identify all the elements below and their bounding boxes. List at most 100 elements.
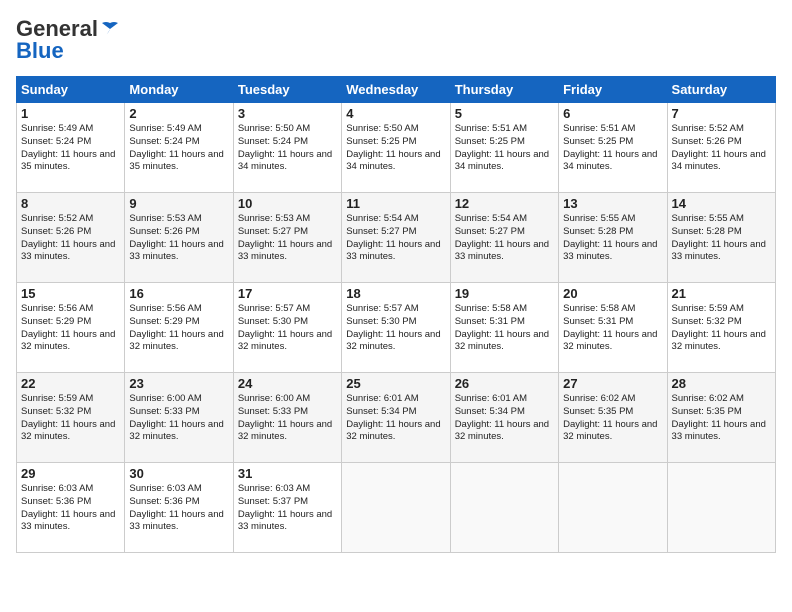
sunrise-label: Sunrise: 5:56 AM — [21, 303, 93, 314]
day-number: 31 — [238, 466, 337, 481]
calendar-header-row: SundayMondayTuesdayWednesdayThursdayFrid… — [17, 77, 776, 103]
calendar-cell: 3 Sunrise: 5:50 AM Sunset: 5:24 PM Dayli… — [233, 103, 341, 193]
cell-content: Sunrise: 5:50 AM Sunset: 5:24 PM Dayligh… — [238, 123, 337, 174]
sunset-label: Sunset: 5:26 PM — [672, 136, 742, 147]
daylight-label: Daylight: 11 hours and 33 minutes. — [672, 419, 766, 443]
calendar-week-row: 15 Sunrise: 5:56 AM Sunset: 5:29 PM Dayl… — [17, 283, 776, 373]
daylight-label: Daylight: 11 hours and 35 minutes. — [129, 149, 223, 173]
cell-content: Sunrise: 5:57 AM Sunset: 5:30 PM Dayligh… — [346, 303, 445, 354]
day-number: 29 — [21, 466, 120, 481]
cell-content: Sunrise: 6:03 AM Sunset: 5:37 PM Dayligh… — [238, 483, 337, 534]
daylight-label: Daylight: 11 hours and 32 minutes. — [21, 419, 115, 443]
sunrise-label: Sunrise: 5:59 AM — [21, 393, 93, 404]
sunset-label: Sunset: 5:36 PM — [129, 496, 199, 507]
sunset-label: Sunset: 5:25 PM — [563, 136, 633, 147]
calendar-cell: 18 Sunrise: 5:57 AM Sunset: 5:30 PM Dayl… — [342, 283, 450, 373]
calendar-cell: 23 Sunrise: 6:00 AM Sunset: 5:33 PM Dayl… — [125, 373, 233, 463]
day-number: 19 — [455, 286, 554, 301]
cell-content: Sunrise: 5:55 AM Sunset: 5:28 PM Dayligh… — [672, 213, 771, 264]
calendar-day-header: Monday — [125, 77, 233, 103]
daylight-label: Daylight: 11 hours and 32 minutes. — [238, 329, 332, 353]
day-number: 22 — [21, 376, 120, 391]
day-number: 17 — [238, 286, 337, 301]
cell-content: Sunrise: 6:00 AM Sunset: 5:33 PM Dayligh… — [238, 393, 337, 444]
calendar-cell: 5 Sunrise: 5:51 AM Sunset: 5:25 PM Dayli… — [450, 103, 558, 193]
day-number: 12 — [455, 196, 554, 211]
sunrise-label: Sunrise: 5:49 AM — [129, 123, 201, 134]
calendar-day-header: Friday — [559, 77, 667, 103]
sunrise-label: Sunrise: 5:58 AM — [563, 303, 635, 314]
calendar-table: SundayMondayTuesdayWednesdayThursdayFrid… — [16, 76, 776, 553]
sunrise-label: Sunrise: 5:55 AM — [672, 213, 744, 224]
day-number: 5 — [455, 106, 554, 121]
calendar-day-header: Tuesday — [233, 77, 341, 103]
daylight-label: Daylight: 11 hours and 33 minutes. — [21, 239, 115, 263]
sunrise-label: Sunrise: 6:02 AM — [672, 393, 744, 404]
calendar-cell: 10 Sunrise: 5:53 AM Sunset: 5:27 PM Dayl… — [233, 193, 341, 283]
day-number: 4 — [346, 106, 445, 121]
daylight-label: Daylight: 11 hours and 32 minutes. — [238, 419, 332, 443]
calendar-cell: 16 Sunrise: 5:56 AM Sunset: 5:29 PM Dayl… — [125, 283, 233, 373]
daylight-label: Daylight: 11 hours and 33 minutes. — [563, 239, 657, 263]
cell-content: Sunrise: 5:54 AM Sunset: 5:27 PM Dayligh… — [346, 213, 445, 264]
day-number: 3 — [238, 106, 337, 121]
cell-content: Sunrise: 5:51 AM Sunset: 5:25 PM Dayligh… — [455, 123, 554, 174]
calendar-cell: 14 Sunrise: 5:55 AM Sunset: 5:28 PM Dayl… — [667, 193, 775, 283]
sunrise-label: Sunrise: 6:03 AM — [129, 483, 201, 494]
daylight-label: Daylight: 11 hours and 32 minutes. — [346, 419, 440, 443]
calendar-cell: 17 Sunrise: 5:57 AM Sunset: 5:30 PM Dayl… — [233, 283, 341, 373]
day-number: 16 — [129, 286, 228, 301]
sunset-label: Sunset: 5:30 PM — [346, 316, 416, 327]
day-number: 27 — [563, 376, 662, 391]
cell-content: Sunrise: 5:58 AM Sunset: 5:31 PM Dayligh… — [455, 303, 554, 354]
sunrise-label: Sunrise: 6:02 AM — [563, 393, 635, 404]
sunset-label: Sunset: 5:31 PM — [563, 316, 633, 327]
sunset-label: Sunset: 5:35 PM — [672, 406, 742, 417]
day-number: 20 — [563, 286, 662, 301]
day-number: 6 — [563, 106, 662, 121]
calendar-cell: 28 Sunrise: 6:02 AM Sunset: 5:35 PM Dayl… — [667, 373, 775, 463]
calendar-cell: 1 Sunrise: 5:49 AM Sunset: 5:24 PM Dayli… — [17, 103, 125, 193]
calendar-cell: 25 Sunrise: 6:01 AM Sunset: 5:34 PM Dayl… — [342, 373, 450, 463]
calendar-cell: 15 Sunrise: 5:56 AM Sunset: 5:29 PM Dayl… — [17, 283, 125, 373]
calendar-cell — [450, 463, 558, 553]
cell-content: Sunrise: 6:03 AM Sunset: 5:36 PM Dayligh… — [21, 483, 120, 534]
day-number: 15 — [21, 286, 120, 301]
daylight-label: Daylight: 11 hours and 33 minutes. — [21, 509, 115, 533]
cell-content: Sunrise: 5:51 AM Sunset: 5:25 PM Dayligh… — [563, 123, 662, 174]
day-number: 26 — [455, 376, 554, 391]
calendar-day-header: Thursday — [450, 77, 558, 103]
day-number: 21 — [672, 286, 771, 301]
daylight-label: Daylight: 11 hours and 33 minutes. — [238, 509, 332, 533]
daylight-label: Daylight: 11 hours and 33 minutes. — [129, 239, 223, 263]
sunrise-label: Sunrise: 6:01 AM — [455, 393, 527, 404]
daylight-label: Daylight: 11 hours and 32 minutes. — [21, 329, 115, 353]
daylight-label: Daylight: 11 hours and 33 minutes. — [238, 239, 332, 263]
daylight-label: Daylight: 11 hours and 33 minutes. — [129, 509, 223, 533]
cell-content: Sunrise: 6:02 AM Sunset: 5:35 PM Dayligh… — [563, 393, 662, 444]
calendar-week-row: 29 Sunrise: 6:03 AM Sunset: 5:36 PM Dayl… — [17, 463, 776, 553]
sunset-label: Sunset: 5:36 PM — [21, 496, 91, 507]
sunrise-label: Sunrise: 5:53 AM — [129, 213, 201, 224]
day-number: 24 — [238, 376, 337, 391]
cell-content: Sunrise: 5:56 AM Sunset: 5:29 PM Dayligh… — [129, 303, 228, 354]
daylight-label: Daylight: 11 hours and 32 minutes. — [129, 329, 223, 353]
calendar-cell: 8 Sunrise: 5:52 AM Sunset: 5:26 PM Dayli… — [17, 193, 125, 283]
daylight-label: Daylight: 11 hours and 32 minutes. — [455, 329, 549, 353]
daylight-label: Daylight: 11 hours and 32 minutes. — [346, 329, 440, 353]
daylight-label: Daylight: 11 hours and 34 minutes. — [346, 149, 440, 173]
sunset-label: Sunset: 5:25 PM — [346, 136, 416, 147]
sunrise-label: Sunrise: 6:00 AM — [129, 393, 201, 404]
cell-content: Sunrise: 6:01 AM Sunset: 5:34 PM Dayligh… — [346, 393, 445, 444]
sunset-label: Sunset: 5:32 PM — [672, 316, 742, 327]
day-number: 2 — [129, 106, 228, 121]
cell-content: Sunrise: 5:53 AM Sunset: 5:26 PM Dayligh… — [129, 213, 228, 264]
day-number: 8 — [21, 196, 120, 211]
daylight-label: Daylight: 11 hours and 32 minutes. — [563, 329, 657, 353]
daylight-label: Daylight: 11 hours and 32 minutes. — [672, 329, 766, 353]
calendar-day-header: Saturday — [667, 77, 775, 103]
daylight-label: Daylight: 11 hours and 32 minutes. — [455, 419, 549, 443]
sunset-label: Sunset: 5:29 PM — [21, 316, 91, 327]
cell-content: Sunrise: 5:49 AM Sunset: 5:24 PM Dayligh… — [129, 123, 228, 174]
calendar-day-header: Wednesday — [342, 77, 450, 103]
